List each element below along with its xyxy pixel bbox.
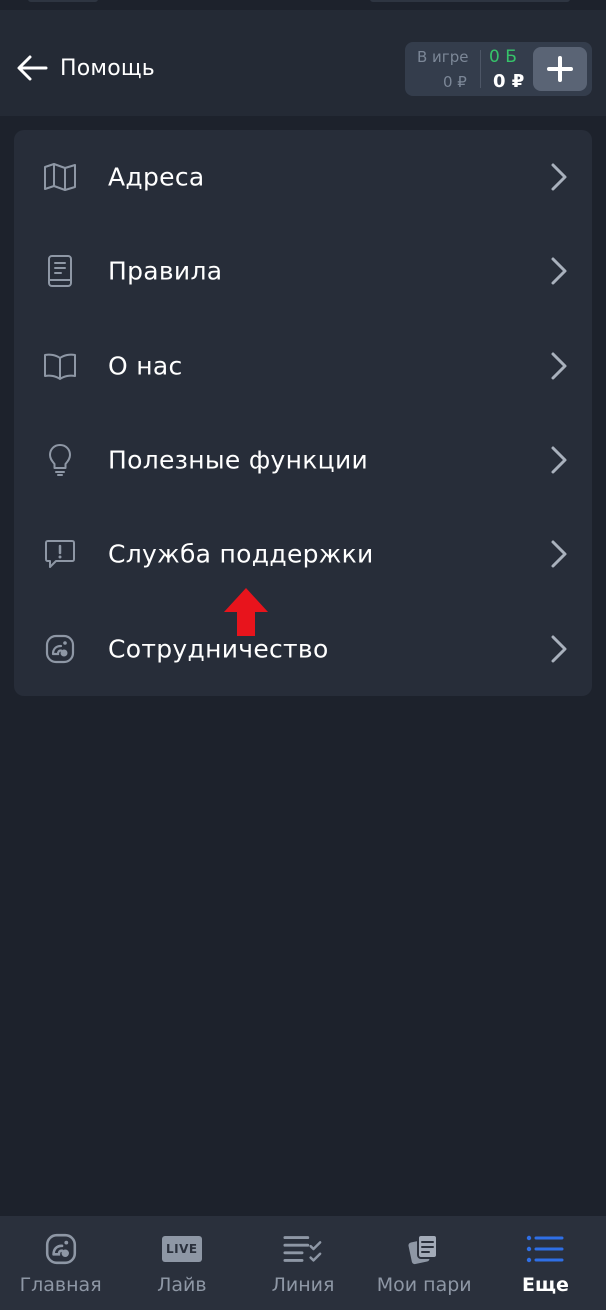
help-menu-card: Адреса Правила О нас Полезные функции Сл… xyxy=(14,130,592,696)
nav-item-live[interactable]: LIVE Лайв xyxy=(121,1216,242,1310)
nav-label: Мои пари xyxy=(376,1274,472,1296)
deposit-button[interactable] xyxy=(533,47,587,91)
menu-item-label: Служба поддержки xyxy=(108,539,374,569)
nav-item-line[interactable]: Линия xyxy=(242,1216,363,1310)
list-check-icon xyxy=(283,1232,323,1266)
chevron-right-icon xyxy=(544,539,574,569)
money-balance: 0 ₽ xyxy=(493,71,525,92)
menu-item-label: О нас xyxy=(108,351,183,381)
menu-item-label: Сотрудничество xyxy=(108,634,329,664)
lightbulb-icon xyxy=(42,442,78,478)
chevron-right-icon xyxy=(544,351,574,381)
chevron-right-icon xyxy=(544,162,574,192)
top-app-bar: Помощь В игре 0 ₽ 0 Б 0 ₽ xyxy=(0,10,606,116)
live-badge: LIVE xyxy=(161,1236,202,1262)
chevron-right-icon xyxy=(544,634,574,664)
nav-item-my-bets[interactable]: Мои пари xyxy=(364,1216,485,1310)
nav-label: Линия xyxy=(271,1274,335,1296)
balance-divider xyxy=(480,50,481,88)
chat-alert-icon xyxy=(42,536,78,572)
menu-item-partnership[interactable]: Сотрудничество xyxy=(14,601,592,695)
menu-icon xyxy=(525,1232,565,1266)
menu-item-about[interactable]: О нас xyxy=(14,319,592,413)
chevron-right-icon xyxy=(544,256,574,286)
book-icon xyxy=(42,253,78,289)
menu-item-label: Полезные функции xyxy=(108,445,369,475)
map-icon xyxy=(42,159,78,195)
live-icon: LIVE xyxy=(161,1232,202,1266)
menu-item-label: Правила xyxy=(108,256,223,286)
nav-item-home[interactable]: Главная xyxy=(0,1216,121,1310)
tickets-icon xyxy=(404,1232,444,1266)
plus-icon xyxy=(547,56,573,82)
status-bar-indicators xyxy=(370,0,570,2)
menu-item-support[interactable]: Служба поддержки xyxy=(14,507,592,601)
back-button[interactable] xyxy=(14,50,50,86)
bottom-navigation: Главная LIVE Лайв Линия Мои пари Еще xyxy=(0,1216,606,1310)
menu-item-label: Адреса xyxy=(108,162,205,192)
balance-widget[interactable]: В игре 0 ₽ 0 Б 0 ₽ xyxy=(405,42,592,96)
red-arrow-up-annotation xyxy=(224,588,268,636)
menu-item-rules[interactable]: Правила xyxy=(14,224,592,318)
status-bar xyxy=(0,0,606,10)
open-book-icon xyxy=(42,348,78,384)
arrow-left-icon xyxy=(17,55,48,81)
menu-item-addresses[interactable]: Адреса xyxy=(14,130,592,224)
partner-logo-icon xyxy=(42,631,78,667)
nav-item-more[interactable]: Еще xyxy=(485,1216,606,1310)
ingame-value: 0 ₽ xyxy=(443,73,467,91)
home-logo-icon xyxy=(41,1232,81,1266)
menu-item-useful-features[interactable]: Полезные функции xyxy=(14,413,592,507)
bonus-balance: 0 Б xyxy=(489,47,517,67)
page-title: Помощь xyxy=(60,56,155,81)
chevron-right-icon xyxy=(544,445,574,475)
status-bar-time xyxy=(28,0,98,2)
nav-label: Лайв xyxy=(157,1274,207,1296)
nav-label: Еще xyxy=(521,1274,569,1296)
nav-label: Главная xyxy=(19,1274,102,1296)
ingame-label: В игре xyxy=(417,48,469,66)
